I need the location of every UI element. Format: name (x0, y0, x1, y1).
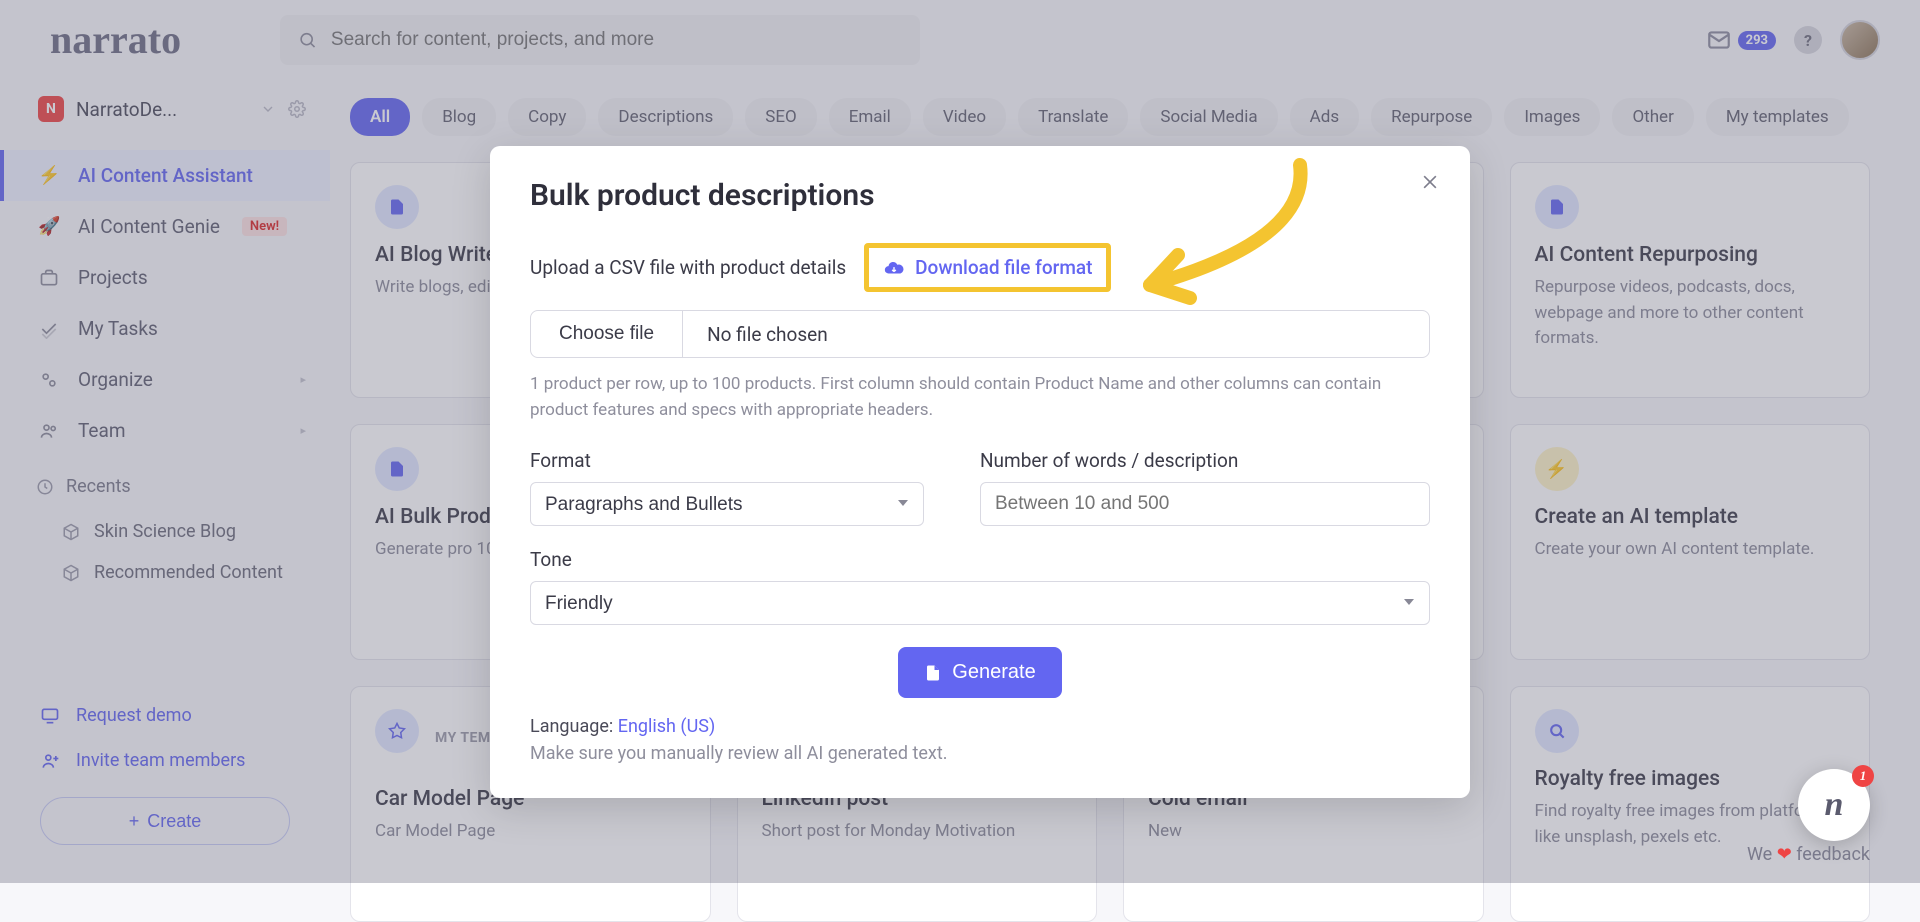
tone-label: Tone (530, 548, 1430, 571)
chat-glyph: n (1825, 786, 1844, 824)
file-picker: Choose file No file chosen (530, 310, 1430, 358)
bulk-product-modal: Bulk product descriptions Upload a CSV f… (490, 146, 1470, 798)
feedback-note[interactable]: We ❤ feedback (1747, 844, 1870, 865)
file-icon (924, 664, 942, 682)
format-select[interactable]: Paragraphs and Bullets (530, 482, 924, 526)
file-status: No file chosen (683, 323, 828, 346)
choose-file-button[interactable]: Choose file (531, 311, 683, 357)
download-file-format-link[interactable]: Download file format (869, 248, 1106, 287)
upload-label: Upload a CSV file with product details (530, 256, 846, 279)
heart-icon: ❤ (1777, 844, 1792, 865)
helper-text: 1 product per row, up to 100 products. F… (530, 372, 1430, 423)
language-link[interactable]: English (US) (618, 716, 716, 737)
format-label: Format (530, 449, 924, 472)
review-note: Make sure you manually review all AI gen… (530, 743, 1430, 764)
close-icon (1420, 172, 1440, 192)
generate-button[interactable]: Generate (898, 647, 1061, 698)
cloud-download-icon (883, 257, 905, 279)
close-button[interactable] (1420, 172, 1440, 198)
words-label: Number of words / description (980, 449, 1430, 472)
tone-select[interactable]: Friendly (530, 581, 1430, 625)
chat-button[interactable]: n 1 (1798, 769, 1870, 841)
language-line: Language: English (US) (530, 716, 1430, 737)
words-input[interactable] (980, 482, 1430, 526)
modal-title: Bulk product descriptions (530, 178, 1430, 213)
chat-badge: 1 (1852, 765, 1874, 787)
